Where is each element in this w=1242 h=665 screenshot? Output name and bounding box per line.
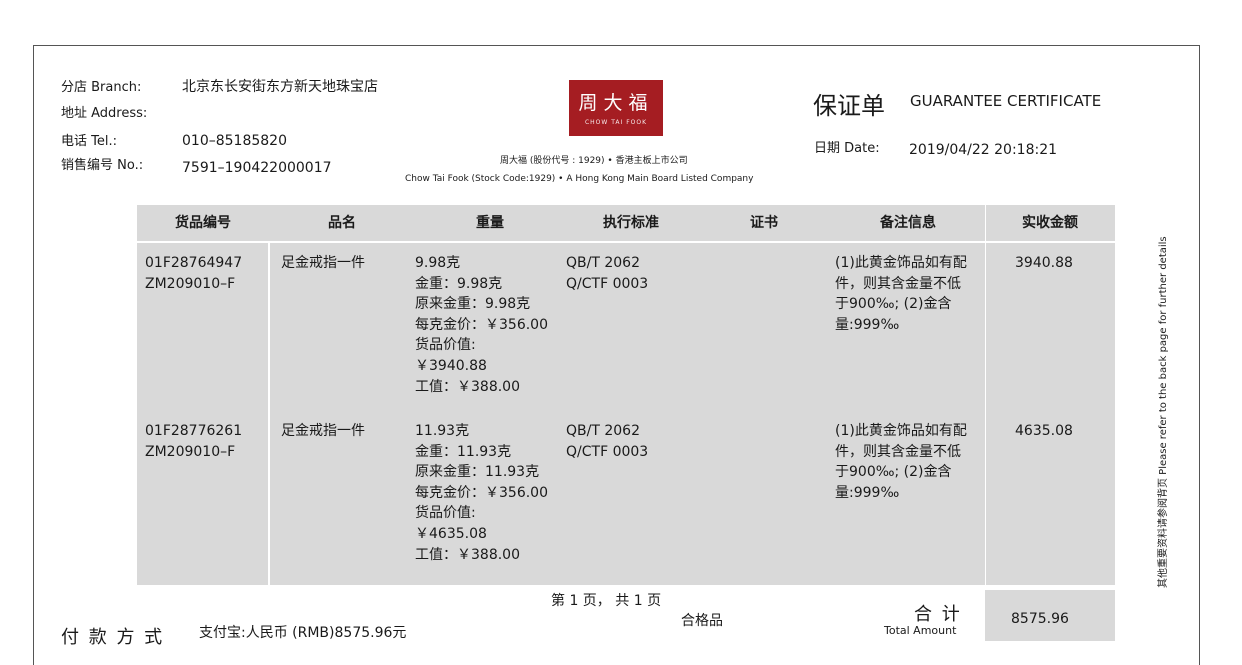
branch-value: 北京东长安街东方新天地珠宝店 [182, 79, 378, 95]
col-header-amount: 实收金额 [1022, 215, 1078, 231]
total-amount-value: 8575.96 [1011, 611, 1069, 627]
address-label: 地址 Address: [61, 106, 148, 121]
col-header-certificate: 证书 [750, 215, 778, 231]
row2-name: 足金戒指一件 [281, 423, 365, 439]
payment-label: 付 款 方 式 [61, 627, 165, 648]
column-divider-left [268, 243, 270, 585]
date-label: 日期 Date: [814, 141, 880, 156]
row2-code: 01F28776261 ZM209010–F [145, 423, 243, 460]
branch-label: 分店 Branch: [61, 80, 142, 95]
payment-value: 支付宝:人民币 (RMB)8575.96元 [199, 625, 407, 641]
tel-value: 010–85185820 [182, 133, 287, 149]
row2-remarks: (1)此黄金饰品如有配 件，则其含金量不低 于900‰; (2)金含 量:999… [835, 423, 967, 501]
column-divider-amount [985, 205, 986, 585]
row1-code: 01F28764947 ZM209010–F [145, 255, 243, 292]
row1-name: 足金戒指一件 [281, 255, 365, 271]
side-note: 其他重要资料请参阅背页 Please refer to the back pag… [1152, 210, 1174, 590]
logo-caption-en: Chow Tai Fook (Stock Code:1929) • A Hong… [405, 174, 754, 184]
total-amount-box: 8575.96 [985, 590, 1115, 641]
logo-text-cn: 周大福 [578, 92, 654, 114]
total-label-cn: 合 计 [914, 604, 962, 625]
col-header-standard: 执行标准 [603, 215, 659, 231]
sales-no-label: 销售编号 No.: [61, 158, 144, 173]
logo-text-en: CHOW TAI FOOK [584, 119, 648, 126]
logo-caption-cn: 周大福 (股份代号 : 1929) • 香港主板上市公司 [500, 156, 688, 166]
tel-label: 电话 Tel.: [61, 134, 117, 149]
row1-weight: 9.98克 金重：9.98克 原来金重：9.98克 每克金价：￥356.00 货… [415, 255, 548, 395]
title-en: GUARANTEE CERTIFICATE [910, 92, 1102, 110]
row2-standard: QB/T 2062 Q/CTF 0003 [566, 423, 649, 460]
quality-status: 合格品 [681, 613, 723, 629]
items-table: 货品编号 品名 重量 执行标准 证书 备注信息 实收金额 01F28764947… [137, 205, 1115, 585]
row2-weight: 11.93克 金重：11.93克 原来金重：11.93克 每克金价：￥356.0… [415, 423, 548, 563]
col-header-name: 品名 [328, 215, 356, 231]
date-value: 2019/04/22 20:18:21 [909, 142, 1058, 158]
row1-standard: QB/T 2062 Q/CTF 0003 [566, 255, 649, 292]
page-info: 第 1 页， 共 1 页 [551, 593, 662, 609]
chow-tai-fook-logo: 周大福 CHOW TAI FOOK [569, 80, 663, 136]
title-cn: 保证单 [813, 92, 885, 120]
row1-remarks: (1)此黄金饰品如有配 件，则其含金量不低 于900‰; (2)金含 量:999… [835, 255, 967, 333]
row2-amount: 4635.08 [1015, 423, 1073, 439]
col-header-remarks: 备注信息 [880, 215, 936, 231]
row1-amount: 3940.88 [1015, 255, 1073, 271]
side-note-text: 其他重要资料请参阅背页 Please refer to the back pag… [1158, 236, 1169, 588]
col-header-weight: 重量 [476, 215, 504, 231]
total-label-en: Total Amount [884, 624, 957, 637]
header-divider [137, 241, 1115, 243]
sales-no-value: 7591–190422000017 [182, 160, 332, 176]
col-header-code: 货品编号 [175, 215, 231, 231]
